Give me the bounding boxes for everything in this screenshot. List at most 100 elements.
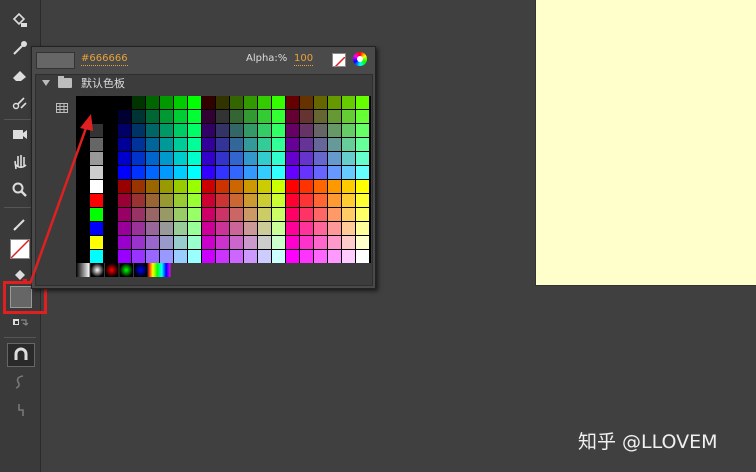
swatch-cell[interactable] — [342, 222, 355, 235]
snap-magnet-icon[interactable] — [7, 343, 35, 367]
swatch-cell[interactable] — [300, 110, 313, 123]
swatch-cell[interactable] — [230, 152, 243, 165]
swatch-cell[interactable] — [216, 138, 229, 151]
swatch-cell[interactable] — [188, 180, 201, 193]
swatch-cell[interactable] — [258, 110, 271, 123]
swatch-cell[interactable] — [356, 110, 369, 123]
swatch-cell[interactable] — [146, 96, 159, 109]
swatch-cell[interactable] — [216, 236, 229, 249]
swatch-cell[interactable] — [160, 152, 173, 165]
swatch-cell[interactable] — [118, 208, 131, 221]
swatch-cell[interactable] — [216, 180, 229, 193]
swatch-cell[interactable] — [188, 124, 201, 137]
swatch-cell[interactable] — [300, 250, 313, 263]
paint-bucket-icon[interactable] — [7, 9, 33, 31]
swatch-cell[interactable] — [230, 250, 243, 263]
swatch-cell[interactable] — [328, 152, 341, 165]
swatch-cell[interactable] — [244, 110, 257, 123]
gradient-swatch[interactable] — [76, 263, 90, 277]
swatch-cell[interactable] — [286, 110, 299, 123]
swatch-cell[interactable] — [328, 250, 341, 263]
swatch-cell[interactable] — [118, 250, 131, 263]
swatch-cell[interactable] — [272, 250, 285, 263]
swatch-cell[interactable] — [216, 124, 229, 137]
swatch-cell[interactable] — [328, 110, 341, 123]
swatch-cell[interactable] — [132, 96, 145, 109]
swatch-cell[interactable] — [90, 222, 103, 235]
swatch-cell[interactable] — [356, 166, 369, 179]
swatch-cell[interactable] — [314, 166, 327, 179]
swatch-cell[interactable] — [202, 194, 215, 207]
swatch-cell[interactable] — [90, 152, 103, 165]
swatch-cell[interactable] — [342, 124, 355, 137]
swatch-cell[interactable] — [328, 222, 341, 235]
swatch-cell[interactable] — [328, 166, 341, 179]
swatch-cell[interactable] — [230, 236, 243, 249]
swatch-cell[interactable] — [244, 124, 257, 137]
gradient-swatches[interactable] — [76, 263, 176, 277]
swatch-cell[interactable] — [146, 138, 159, 151]
swatch-cell[interactable] — [160, 110, 173, 123]
gradient-swatch[interactable] — [105, 263, 119, 277]
swatch-cell[interactable] — [300, 236, 313, 249]
swatch-cell[interactable] — [258, 166, 271, 179]
swatch-cell[interactable] — [258, 152, 271, 165]
swatch-cell[interactable] — [146, 208, 159, 221]
swatch-cell[interactable] — [328, 236, 341, 249]
swatch-cell[interactable] — [356, 138, 369, 151]
swatch-cell[interactable] — [202, 250, 215, 263]
swatch-cell[interactable] — [230, 124, 243, 137]
swatch-cell[interactable] — [188, 166, 201, 179]
swatch-cell[interactable] — [272, 124, 285, 137]
swatch-cell[interactable] — [202, 124, 215, 137]
swatch-cell[interactable] — [300, 124, 313, 137]
swatch-cell[interactable] — [342, 208, 355, 221]
swatch-cell[interactable] — [356, 250, 369, 263]
swatch-cell[interactable] — [146, 152, 159, 165]
swatch-cell[interactable] — [300, 194, 313, 207]
swatch-cell[interactable] — [272, 96, 285, 109]
swatch-cell[interactable] — [188, 194, 201, 207]
swatch-cell[interactable] — [160, 124, 173, 137]
swatch-cell[interactable] — [244, 250, 257, 263]
swatch-cell[interactable] — [258, 180, 271, 193]
swatch-cell[interactable] — [286, 96, 299, 109]
eraser-icon[interactable] — [7, 64, 33, 86]
color-swatch-grid[interactable] — [76, 96, 371, 263]
swatch-cell[interactable] — [244, 236, 257, 249]
swatch-cell[interactable] — [174, 152, 187, 165]
swatch-cell[interactable] — [160, 236, 173, 249]
swatch-cell[interactable] — [146, 194, 159, 207]
swatch-cell[interactable] — [300, 222, 313, 235]
swatch-cell[interactable] — [118, 194, 131, 207]
swatch-cell[interactable] — [314, 236, 327, 249]
swatch-cell[interactable] — [230, 194, 243, 207]
swatch-cell[interactable] — [132, 166, 145, 179]
swatch-cell[interactable] — [314, 180, 327, 193]
swatch-cell[interactable] — [356, 124, 369, 137]
swatch-cell[interactable] — [342, 166, 355, 179]
swatch-cell[interactable] — [356, 194, 369, 207]
swatch-cell[interactable] — [314, 222, 327, 235]
swatch-cell[interactable] — [118, 166, 131, 179]
swatch-cell[interactable] — [258, 194, 271, 207]
swatch-cell[interactable] — [356, 236, 369, 249]
swatch-cell[interactable] — [90, 124, 103, 137]
swatch-cell[interactable] — [146, 166, 159, 179]
swatch-cell[interactable] — [272, 138, 285, 151]
swatch-cell[interactable] — [174, 250, 187, 263]
swatch-cell[interactable] — [160, 96, 173, 109]
swatch-cell[interactable] — [342, 110, 355, 123]
swatch-cell[interactable] — [174, 96, 187, 109]
swatch-cell[interactable] — [286, 222, 299, 235]
swatch-cell[interactable] — [90, 194, 103, 207]
swatch-cell[interactable] — [356, 208, 369, 221]
swatch-cell[interactable] — [286, 138, 299, 151]
swatch-cell[interactable] — [314, 250, 327, 263]
swatch-cell[interactable] — [160, 194, 173, 207]
swatch-cell[interactable] — [244, 194, 257, 207]
swatch-cell[interactable] — [90, 138, 103, 151]
swatch-cell[interactable] — [342, 96, 355, 109]
swatch-cell[interactable] — [90, 166, 103, 179]
swatch-cell[interactable] — [300, 208, 313, 221]
